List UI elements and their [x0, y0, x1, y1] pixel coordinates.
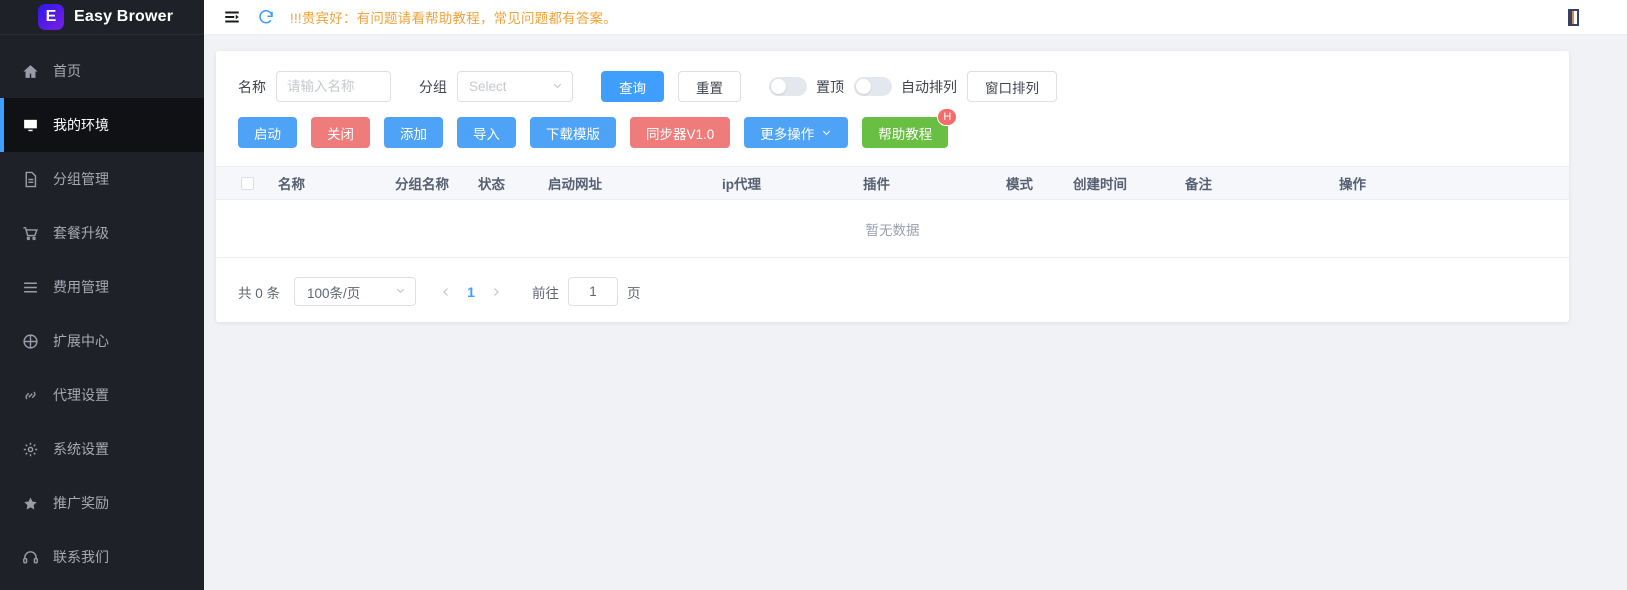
- select-all-checkbox[interactable]: [241, 177, 254, 190]
- content-area: 名称 分组 Select 查询 重置: [204, 35, 1627, 322]
- column-header-status[interactable]: 状态: [478, 173, 548, 193]
- sidebar-item-contact-us[interactable]: 联系我们: [0, 530, 204, 584]
- home-icon: [22, 63, 39, 80]
- filter-toolbar: 名称 分组 Select 查询 重置: [216, 51, 1569, 102]
- gear-icon: [22, 441, 39, 458]
- sidebar-nav: 首页 我的环境 分组管理 套餐升级: [0, 36, 204, 590]
- column-header-operation[interactable]: 操作: [1339, 173, 1419, 193]
- sidebar-item-my-environment[interactable]: 我的环境: [0, 98, 204, 152]
- list-icon: [22, 279, 39, 296]
- environment-card: 名称 分组 Select 查询 重置: [216, 51, 1569, 322]
- collapse-menu-icon[interactable]: [222, 7, 242, 27]
- chevron-down-icon: [395, 285, 406, 299]
- sidebar-item-label: 分组管理: [53, 169, 109, 189]
- sidebar-item-extension-center[interactable]: 扩展中心: [0, 314, 204, 368]
- page-unit-label: 页: [627, 282, 641, 302]
- chevron-down-icon: [552, 80, 563, 94]
- column-header-remark[interactable]: 备注: [1185, 173, 1339, 193]
- topbar: !!!贵宾好：有问题请看帮助教程，常见问题都有答案。: [204, 0, 1627, 35]
- sidebar-item-label: 首页: [53, 61, 81, 81]
- sidebar-item-home[interactable]: 首页: [0, 44, 204, 98]
- import-button[interactable]: 导入: [457, 117, 516, 148]
- link-icon: [22, 387, 39, 404]
- name-filter-label: 名称: [238, 77, 266, 97]
- auto-arrange-label: 自动排列: [901, 77, 957, 97]
- page-number-1[interactable]: 1: [460, 284, 482, 300]
- add-button[interactable]: 添加: [384, 117, 443, 148]
- sidebar-item-proxy-settings[interactable]: 代理设置: [0, 368, 204, 422]
- announcement-text: !!!贵宾好：有问题请看帮助教程，常见问题都有答案。: [290, 7, 617, 27]
- sidebar-item-billing[interactable]: 费用管理: [0, 260, 204, 314]
- reset-button[interactable]: 重置: [678, 71, 741, 102]
- empty-state: 暂无数据: [216, 200, 1569, 258]
- column-header-mode[interactable]: 模式: [1006, 173, 1073, 193]
- column-header-start-url[interactable]: 启动网址: [548, 173, 722, 193]
- help-tutorial-button[interactable]: 帮助教程: [862, 117, 948, 148]
- pin-top-label: 置顶: [816, 77, 844, 97]
- main-area: !!!贵宾好：有问题请看帮助教程，常见问题都有答案。 名称 分组 Select: [204, 0, 1627, 590]
- document-icon: [22, 171, 39, 188]
- start-button[interactable]: 启动: [238, 117, 297, 148]
- column-header-name[interactable]: 名称: [278, 173, 395, 193]
- missing-glyph-icon[interactable]: [1568, 9, 1579, 26]
- column-header-plugin[interactable]: 插件: [863, 173, 1006, 193]
- column-header-create-time[interactable]: 创建时间: [1073, 173, 1185, 193]
- page-size-select[interactable]: 100条/页: [294, 277, 416, 306]
- download-template-button[interactable]: 下载模版: [530, 117, 616, 148]
- brand-logo[interactable]: E Easy Brower: [0, 0, 204, 35]
- headset-icon: [22, 549, 39, 566]
- window-arrange-button[interactable]: 窗口排列: [967, 71, 1057, 102]
- more-actions-label: 更多操作: [760, 123, 814, 143]
- column-header-ip-proxy[interactable]: ip代理: [722, 173, 863, 193]
- pin-top-toggle[interactable]: [769, 77, 807, 96]
- close-button[interactable]: 关闭: [311, 117, 370, 148]
- sidebar-item-label: 代理设置: [53, 385, 109, 405]
- toggle-knob: [856, 79, 871, 94]
- table-header-row: 名称 分组名称 状态 启动网址 ip代理 插件 模式 创建时间 备注 操作: [216, 166, 1569, 200]
- environment-table: 名称 分组名称 状态 启动网址 ip代理 插件 模式 创建时间 备注 操作 暂无…: [216, 166, 1569, 258]
- select-all-cell: [216, 177, 278, 190]
- search-button[interactable]: 查询: [601, 71, 664, 102]
- chevron-down-icon: [821, 127, 832, 138]
- action-toolbar: 启动 关闭 添加 导入 下载模版 同步器V1.0 更多操作 帮助教程 H: [216, 102, 1569, 148]
- sidebar-item-system-settings[interactable]: 系统设置: [0, 422, 204, 476]
- auto-arrange-toggle[interactable]: [854, 77, 892, 96]
- pagination: 共 0 条 100条/页 1 前往: [216, 258, 1569, 314]
- group-select[interactable]: Select: [457, 71, 573, 102]
- toggle-knob: [771, 79, 786, 94]
- column-header-group[interactable]: 分组名称: [395, 173, 478, 193]
- help-tutorial-wrapper: 帮助教程 H: [862, 117, 948, 148]
- status-badge: H: [937, 108, 957, 126]
- synchronizer-button[interactable]: 同步器V1.0: [630, 117, 730, 148]
- brand-name: Easy Brower: [74, 8, 173, 26]
- group-filter-label: 分组: [419, 77, 447, 97]
- chevron-left-icon[interactable]: [432, 278, 460, 306]
- star-icon: [22, 495, 39, 512]
- logo-mark-icon: E: [38, 4, 64, 30]
- sidebar: E Easy Brower 首页 我的环境 分组管理: [0, 0, 204, 590]
- extension-icon: [22, 333, 39, 350]
- sidebar-item-label: 系统设置: [53, 439, 109, 459]
- chevron-right-icon[interactable]: [482, 278, 510, 306]
- sidebar-item-label: 联系我们: [53, 547, 109, 567]
- sidebar-item-group-management[interactable]: 分组管理: [0, 152, 204, 206]
- search-input[interactable]: [276, 71, 391, 102]
- sidebar-item-label: 推广奖励: [53, 493, 109, 513]
- total-count-label: 共 0 条: [238, 282, 280, 302]
- sidebar-item-label: 费用管理: [53, 277, 109, 297]
- page-size-value: 100条/页: [307, 282, 360, 302]
- group-select-value: Select: [469, 79, 507, 94]
- cart-icon: [22, 225, 39, 242]
- more-actions-button[interactable]: 更多操作: [744, 117, 848, 148]
- app-root: E Easy Brower 首页 我的环境 分组管理: [0, 0, 1627, 590]
- sidebar-item-promotion-rewards[interactable]: 推广奖励: [0, 476, 204, 530]
- goto-page-input[interactable]: [568, 277, 618, 306]
- monitor-icon: [22, 117, 39, 134]
- refresh-icon[interactable]: [256, 7, 276, 27]
- sidebar-item-label: 套餐升级: [53, 223, 109, 243]
- goto-label: 前往: [532, 282, 559, 302]
- sidebar-item-plan-upgrade[interactable]: 套餐升级: [0, 206, 204, 260]
- sidebar-item-label: 扩展中心: [53, 331, 109, 351]
- sidebar-item-label: 我的环境: [53, 115, 109, 135]
